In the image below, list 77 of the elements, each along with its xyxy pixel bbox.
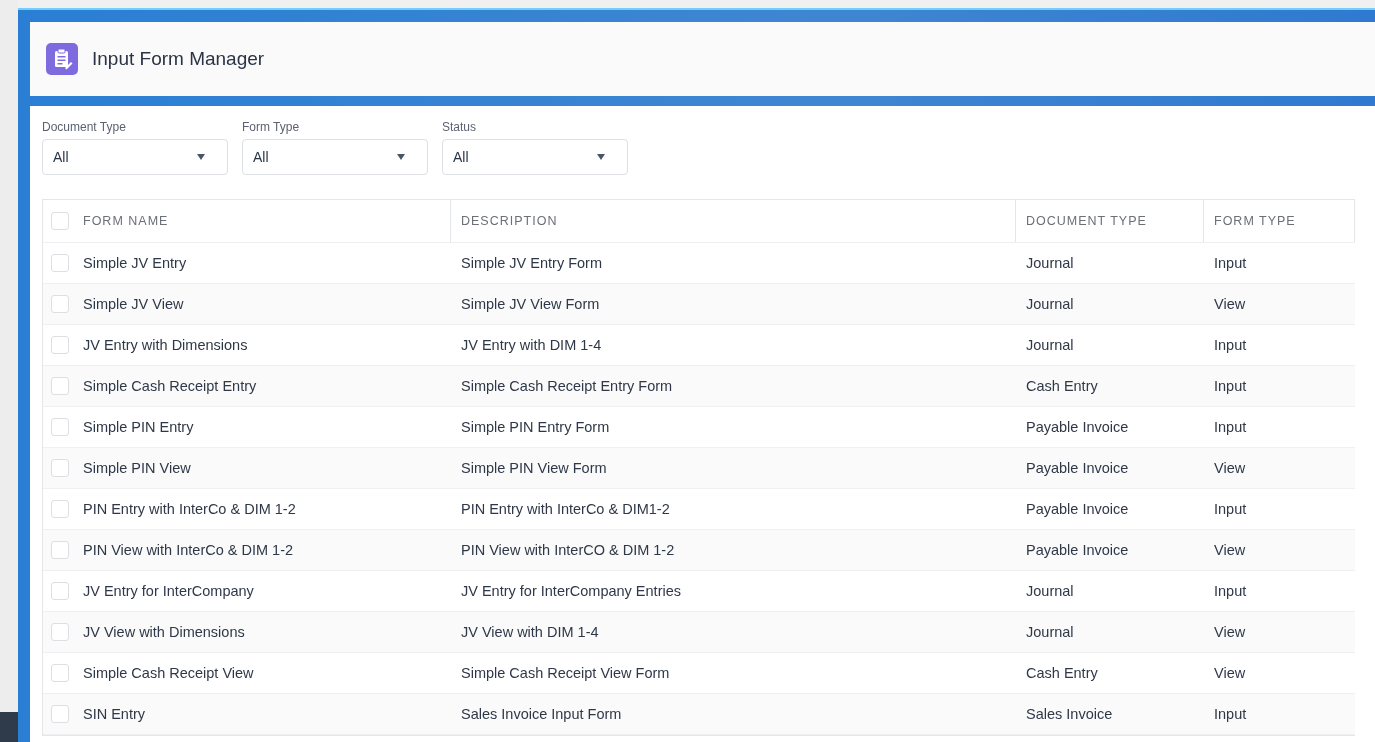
filter-dropdown[interactable]: All (242, 139, 428, 175)
table-cell: PIN Entry with InterCo & DIM1-2 (461, 501, 670, 517)
table-cell: Simple Cash Receipt View (83, 665, 254, 681)
table-cell: Input (1214, 378, 1247, 394)
row-checkbox[interactable] (51, 295, 69, 313)
table-cell: View (1214, 460, 1246, 476)
row-checkbox[interactable] (51, 705, 69, 723)
table-cell: JV Entry for InterCompany (83, 583, 254, 599)
table-cell: Payable Invoice (1026, 419, 1129, 435)
row-checkbox[interactable] (51, 418, 69, 436)
table-cell: Simple PIN Entry (83, 419, 194, 435)
select-all-checkbox[interactable] (51, 212, 69, 230)
table-cell: Cash Entry (1026, 378, 1098, 394)
table-cell: JV View with Dimensions (83, 624, 245, 640)
filter-label: Status (442, 120, 478, 134)
table-cell: View (1214, 296, 1246, 312)
row-checkbox[interactable] (51, 541, 69, 559)
row-checkbox[interactable] (51, 336, 69, 354)
table-cell: Input (1214, 583, 1247, 599)
table-cell: JV Entry with DIM 1-4 (461, 337, 602, 353)
column-header: FORM TYPE (1214, 214, 1296, 228)
table-cell: Payable Invoice (1026, 542, 1129, 558)
caret-icon (197, 154, 205, 160)
table-cell: PIN View with InterCo & DIM 1-2 (83, 542, 294, 558)
table-cell: Journal (1026, 337, 1074, 353)
table-cell: View (1214, 665, 1246, 681)
table-cell: Simple Cash Receipt View Form (461, 665, 670, 681)
filter-dropdown[interactable]: All (442, 139, 628, 175)
table-cell: JV Entry with Dimensions (83, 337, 248, 353)
table-cell: Input (1214, 419, 1247, 435)
table-cell: Journal (1026, 255, 1074, 271)
column-header: DOCUMENT TYPE (1026, 214, 1147, 228)
table-cell: Payable Invoice (1026, 501, 1129, 517)
row-checkbox[interactable] (51, 254, 69, 272)
table-cell: Simple JV Entry (83, 255, 187, 271)
table-cell: Simple PIN Entry Form (461, 419, 610, 435)
table-cell: View (1214, 624, 1246, 640)
table-cell: Simple JV View (83, 296, 184, 312)
table-cell: Simple Cash Receipt Entry Form (461, 378, 673, 394)
table-cell: JV Entry for InterCompany Entries (461, 583, 681, 599)
clipboard-icon (46, 43, 78, 75)
table-cell: Payable Invoice (1026, 460, 1129, 476)
table-cell: Input (1214, 706, 1247, 722)
table-cell: Journal (1026, 583, 1074, 599)
column-header: DESCRIPTION (461, 214, 558, 228)
table-cell: Journal (1026, 624, 1074, 640)
table-cell: Input (1214, 255, 1247, 271)
page-title: Input Form Manager (92, 48, 265, 70)
table-cell: SIN Entry (83, 706, 146, 722)
table-cell: PIN Entry with InterCo & DIM 1-2 (83, 501, 296, 517)
table-cell: View (1214, 542, 1246, 558)
table-cell: Input (1214, 501, 1247, 517)
table-cell: Sales Invoice (1026, 706, 1113, 722)
table-cell: JV View with DIM 1-4 (461, 624, 599, 640)
filter-dropdown[interactable]: All (42, 139, 228, 175)
table-cell: Simple JV View Form (461, 296, 600, 312)
table-cell: Sales Invoice Input Form (461, 706, 622, 722)
row-checkbox[interactable] (51, 582, 69, 600)
table-cell: PIN View with InterCO & DIM 1-2 (461, 542, 675, 558)
table-cell: Journal (1026, 296, 1074, 312)
row-checkbox[interactable] (51, 377, 69, 395)
table-cell: Simple Cash Receipt Entry (83, 378, 257, 394)
table-cell: Input (1214, 337, 1247, 353)
column-header: FORM NAME (83, 214, 169, 228)
table-cell: Simple JV Entry Form (461, 255, 602, 271)
caret-icon (397, 154, 405, 160)
filter-label: Form Type (242, 120, 301, 134)
table-cell: Simple PIN View (83, 460, 191, 476)
caret-icon (597, 154, 605, 160)
row-checkbox[interactable] (51, 500, 69, 518)
row-checkbox[interactable] (51, 664, 69, 682)
table-cell: Cash Entry (1026, 665, 1098, 681)
row-checkbox[interactable] (51, 459, 69, 477)
background-panel (0, 712, 18, 742)
table-cell: Simple PIN View Form (461, 460, 607, 476)
row-checkbox[interactable] (51, 623, 69, 641)
filter-label: Document Type (42, 120, 127, 134)
